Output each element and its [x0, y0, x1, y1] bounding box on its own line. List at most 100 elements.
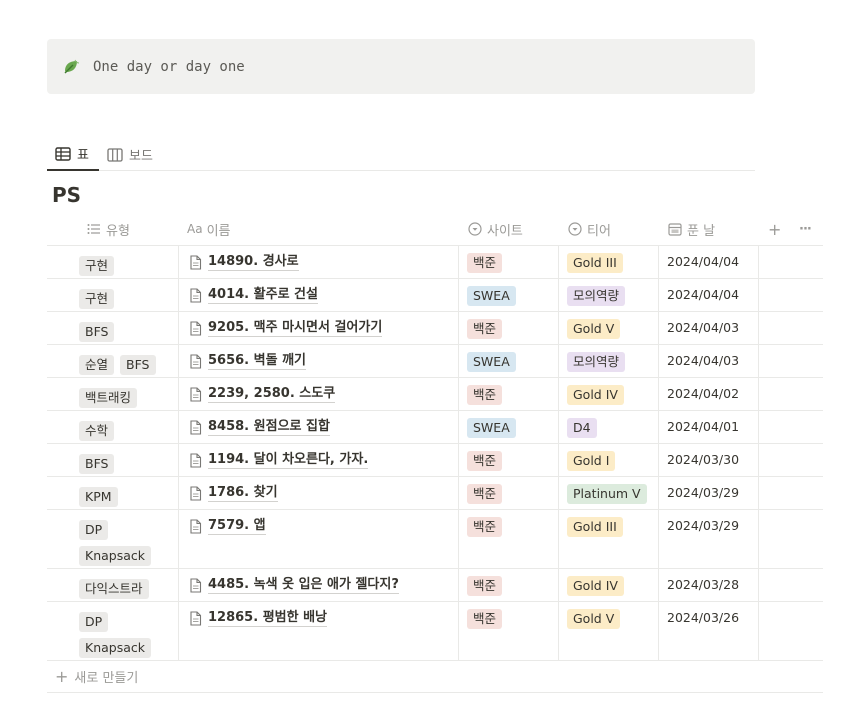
tier-cell[interactable]: 모의역량: [567, 351, 626, 372]
site-cell[interactable]: 백준: [467, 483, 503, 504]
site-cell[interactable]: 백준: [467, 384, 503, 405]
tab-board-label: 보드: [129, 149, 153, 164]
name-cell[interactable]: 14890. 경사로: [189, 252, 299, 272]
more-options-button[interactable]: ···: [799, 212, 812, 246]
tier-tag: Gold V: [567, 319, 621, 339]
site-cell[interactable]: SWEA: [467, 351, 516, 372]
date-cell[interactable]: 2024/04/01: [667, 417, 739, 437]
type-tag: KPM: [79, 487, 118, 507]
tier-cell[interactable]: Gold I: [567, 450, 616, 471]
type-cell[interactable]: 다익스트라: [79, 575, 179, 601]
page-title-link[interactable]: 12865. 평범한 배낭: [208, 609, 328, 627]
page-title-link[interactable]: 4485. 녹색 옷 입은 애가 젤다지?: [208, 576, 399, 594]
tier-cell[interactable]: Gold V: [567, 608, 621, 629]
tab-table[interactable]: 표: [47, 138, 99, 171]
page-title-link[interactable]: 1786. 찾기: [208, 484, 278, 502]
type-cell[interactable]: 구현: [79, 252, 179, 278]
add-column-button[interactable]: +: [768, 212, 781, 246]
site-cell[interactable]: 백준: [467, 252, 503, 273]
type-cell[interactable]: 백트래킹: [79, 384, 179, 410]
tab-board[interactable]: 보드: [107, 138, 153, 171]
table-row[interactable]: 순열 BFS 5656. 벽돌 깨기 SWEA 모의역량 2024/04/03: [47, 345, 823, 378]
table-row[interactable]: 구현 4014. 활주로 건설 SWEA 모의역량 2024/04/04: [47, 279, 823, 312]
name-cell[interactable]: 1786. 찾기: [189, 483, 278, 503]
column-header-site[interactable]: 사이트: [468, 212, 523, 246]
site-cell[interactable]: 백준: [467, 516, 503, 537]
table-row[interactable]: DP Knapsack 7579. 앱 백준 Gold III 2024/03/29: [47, 510, 823, 569]
page-title-link[interactable]: 2239, 2580. 스도쿠: [208, 385, 336, 403]
table-icon: [55, 146, 71, 161]
page-title-link[interactable]: 9205. 맥주 마시면서 걸어가기: [208, 319, 383, 337]
page-title-link[interactable]: 5656. 벽돌 깨기: [208, 352, 307, 370]
site-cell[interactable]: 백준: [467, 608, 503, 629]
tier-cell[interactable]: Gold IV: [567, 575, 624, 596]
site-cell[interactable]: SWEA: [467, 285, 516, 306]
date-cell[interactable]: 2024/04/04: [667, 285, 739, 305]
column-header-name[interactable]: Aa 이름: [187, 212, 230, 246]
name-cell[interactable]: 2239, 2580. 스도쿠: [189, 384, 336, 404]
date-cell[interactable]: 2024/03/29: [667, 483, 739, 503]
date-cell[interactable]: 2024/04/04: [667, 252, 739, 272]
table-row[interactable]: BFS 1194. 달이 차오른다, 가자. 백준 Gold I 2024/03/30: [47, 444, 823, 477]
name-cell[interactable]: 5656. 벽돌 깨기: [189, 351, 307, 371]
table-row[interactable]: 백트래킹 2239, 2580. 스도쿠 백준 Gold IV 2024/04/02: [47, 378, 823, 411]
type-cell[interactable]: 수학: [79, 417, 179, 443]
date-cell[interactable]: 2024/03/30: [667, 450, 739, 470]
name-cell[interactable]: 4014. 활주로 건설: [189, 285, 318, 305]
name-cell[interactable]: 9205. 맥주 마시면서 걸어가기: [189, 318, 383, 338]
table-row[interactable]: 다익스트라 4485. 녹색 옷 입은 애가 젤다지? 백준 Gold IV 2024/…: [47, 569, 823, 602]
name-cell[interactable]: 4485. 녹색 옷 입은 애가 젤다지?: [189, 575, 399, 595]
date-cell[interactable]: 2024/03/28: [667, 575, 739, 595]
column-header-date[interactable]: 푼 날: [668, 212, 715, 246]
date-cell[interactable]: 2024/04/02: [667, 384, 739, 404]
type-cell[interactable]: 순열 BFS: [79, 351, 179, 377]
page-title-link[interactable]: 4014. 활주로 건설: [208, 286, 318, 304]
name-cell[interactable]: 12865. 평범한 배낭: [189, 608, 328, 628]
type-tag: DP: [79, 612, 109, 632]
site-cell[interactable]: 백준: [467, 450, 503, 471]
tier-tag: 모의역량: [567, 352, 626, 372]
table-row[interactable]: DP Knapsack 12865. 평범한 배낭 백준 Gold V 2024/03/2…: [47, 602, 823, 661]
table-row[interactable]: BFS 9205. 맥주 마시면서 걸어가기 백준 Gold V 2024/04/03: [47, 312, 823, 345]
table-row[interactable]: 구현 14890. 경사로 백준 Gold III 2024/04/04: [47, 246, 823, 279]
tier-cell[interactable]: Platinum V: [567, 483, 647, 504]
type-cell[interactable]: DP Knapsack: [79, 608, 179, 660]
column-header-type[interactable]: 유형: [87, 212, 130, 246]
column-header-tier[interactable]: 티어: [568, 212, 611, 246]
name-cell[interactable]: 1194. 달이 차오른다, 가자.: [189, 450, 369, 470]
database-title[interactable]: PS: [52, 183, 81, 207]
table-row[interactable]: 수학 8458. 원점으로 집합 SWEA D4 2024/04/01: [47, 411, 823, 444]
type-tag: DP: [79, 520, 109, 540]
type-cell[interactable]: KPM: [79, 483, 179, 509]
column-header-site-label: 사이트: [487, 223, 523, 239]
site-cell[interactable]: SWEA: [467, 417, 516, 438]
type-cell[interactable]: 구현: [79, 285, 179, 311]
site-tag: 백준: [467, 385, 503, 405]
date-cell[interactable]: 2024/04/03: [667, 351, 739, 371]
tier-cell[interactable]: Gold III: [567, 516, 623, 537]
type-cell[interactable]: BFS: [79, 318, 179, 344]
page-title-link[interactable]: 8458. 원점으로 집합: [208, 418, 330, 436]
type-cell[interactable]: DP Knapsack: [79, 516, 179, 568]
name-cell[interactable]: 8458. 원점으로 집합: [189, 417, 330, 437]
page-icon: [189, 386, 202, 402]
tier-cell[interactable]: 모의역량: [567, 285, 626, 306]
site-cell[interactable]: 백준: [467, 575, 503, 596]
tier-cell[interactable]: Gold III: [567, 252, 623, 273]
tier-cell[interactable]: D4: [567, 417, 597, 438]
date-cell[interactable]: 2024/03/26: [667, 608, 739, 628]
date-cell[interactable]: 2024/04/03: [667, 318, 739, 338]
tier-cell[interactable]: Gold V: [567, 318, 621, 339]
date-cell[interactable]: 2024/03/29: [667, 516, 739, 536]
type-cell[interactable]: BFS: [79, 450, 179, 476]
page-title-link[interactable]: 7579. 앱: [208, 517, 266, 535]
site-cell[interactable]: 백준: [467, 318, 503, 339]
table-row[interactable]: KPM 1786. 찾기 백준 Platinum V 2024/03/29: [47, 477, 823, 510]
new-row-button[interactable]: + 새로 만들기: [47, 660, 823, 693]
page-title-link[interactable]: 14890. 경사로: [208, 253, 299, 271]
name-cell[interactable]: 7579. 앱: [189, 516, 266, 536]
site-tag: 백준: [467, 451, 503, 471]
page-title-link[interactable]: 1194. 달이 차오른다, 가자.: [208, 451, 369, 469]
tier-tag: Gold IV: [567, 385, 624, 405]
tier-cell[interactable]: Gold IV: [567, 384, 624, 405]
